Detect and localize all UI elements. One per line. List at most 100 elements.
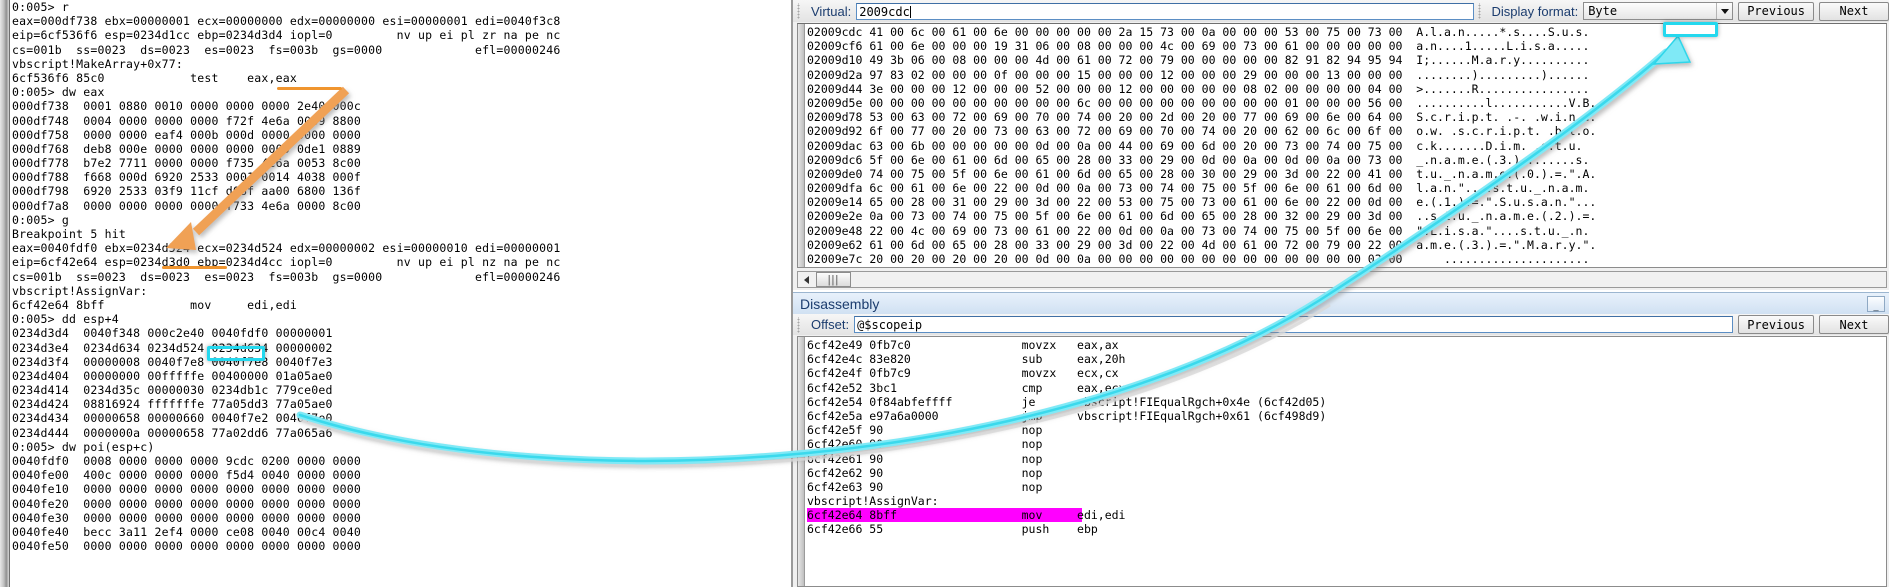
console-line: 000df778 b7e2 7711 0000 0000 f735 4e6a 0… — [12, 156, 362, 171]
memory-row-address: 02009dc6 — [807, 152, 870, 167]
console-line: 000df738 0001 0880 0010 0000 0000 0000 2… — [12, 99, 362, 114]
console-line: 0234d3d4 0040f348 000c2e40 0040fdf0 0000… — [12, 326, 333, 341]
memory-row-address: 02009cf6 — [807, 39, 870, 54]
memory-row: 02009d10 49 3b 06 00 08 00 00 00 4d 00 6… — [807, 53, 1886, 67]
disassembly-row[interactable]: 6cf42e61 90 nop — [807, 452, 1886, 466]
memory-row-address: 02009de0 — [807, 166, 870, 181]
memory-next-button[interactable]: Next — [1819, 1, 1889, 21]
memory-row-hex: 00 00 38 00 02 00 00 00 4b 00 00 00 00 0… — [869, 266, 1416, 267]
disassembly-panel: Disassembly _ Offset: @$scopeip Previous… — [793, 292, 1889, 587]
disassembly-row[interactable]: 6cf42e5a e97a6a0000 jmp vbscript!FIEqual… — [807, 409, 1886, 423]
disassembly-previous-button[interactable]: Previous — [1738, 315, 1814, 334]
disassembly-next-button[interactable]: Next — [1819, 315, 1889, 334]
disassembly-row[interactable]: 6cf42e52 3bc1 cmp eax,ecx — [807, 381, 1886, 395]
memory-previous-button[interactable]: Previous — [1738, 1, 1814, 21]
memory-row-ascii: ..................... — [1416, 252, 1590, 266]
memory-dump-view[interactable]: 02009cdc 41 00 6c 00 61 00 6e 00 00 00 0… — [797, 23, 1887, 268]
disassembly-row[interactable]: 6cf42e62 90 nop — [807, 466, 1886, 480]
disassembly-view[interactable]: 6cf42e49 0fb7c0 movzx eax,ax 6cf42e4c 83e… — [797, 336, 1887, 587]
memory-row-hex: 00 00 00 00 00 00 00 00 00 00 6c 00 00 0… — [869, 95, 1417, 110]
right-panel-column: Virtual: 2009cdc Display format: Byte Pr… — [793, 0, 1889, 587]
memory-row-hex: 74 00 75 00 5f 00 6e 00 61 00 6d 00 65 0… — [869, 166, 1417, 181]
console-scrollbar[interactable] — [0, 0, 10, 587]
disassembly-current-instruction[interactable]: 6cf42e64 8bff mov edi,edi — [807, 508, 1126, 523]
memory-row-hex: 0a 00 73 00 74 00 75 00 5f 00 6e 00 61 0… — [869, 209, 1417, 224]
memory-row-hex: 53 00 63 00 72 00 69 00 70 00 74 00 20 0… — [869, 110, 1417, 125]
toolbar-grip-icon[interactable] — [796, 3, 804, 19]
memory-row-hex: 6f 00 77 00 20 00 73 00 63 00 72 00 69 0… — [869, 124, 1417, 139]
memory-row-address: 02009d5e — [807, 95, 870, 110]
offset-input[interactable]: @$scopeip — [854, 316, 1734, 333]
chevron-down-icon[interactable] — [1716, 3, 1732, 19]
memory-row: 02009cdc 41 00 6c 00 61 00 6e 00 00 00 0… — [807, 25, 1886, 39]
disassembly-row[interactable]: 6cf42e63 90 nop — [807, 480, 1886, 494]
disassembly-row[interactable]: 6cf42e5f 90 nop — [807, 423, 1886, 437]
memory-row-address: 02009d92 — [807, 124, 870, 139]
memory-row-hex: 6c 00 61 00 6e 00 22 00 0d 00 0a 00 73 0… — [869, 181, 1417, 196]
command-console-panel[interactable]: 0:005> r eax=000df738 ebx=00000001 ecx=00… — [0, 0, 793, 587]
memory-rows: 02009cdc 41 00 6c 00 61 00 6e 00 00 00 0… — [807, 25, 1886, 267]
memory-row: 02009e48 22 00 4c 00 69 00 73 00 61 00 2… — [807, 224, 1886, 238]
display-format-label: Display format: — [1491, 3, 1579, 19]
memory-row: 02009e2e 0a 00 73 00 74 00 75 00 5f 00 6… — [807, 209, 1886, 223]
console-line: 0234d3e4 0234d634 0234d524 0234d634 0000… — [12, 340, 333, 355]
display-format-select[interactable]: Byte — [1583, 2, 1734, 20]
console-line: cs=001b ss=0023 ds=0023 es=0023 fs=003b … — [12, 269, 561, 284]
toolbar-grip-icon-2[interactable] — [1476, 3, 1485, 19]
disassembly-row[interactable]: 6cf42e4c 83e820 sub eax,20h — [807, 352, 1886, 366]
disassembly-row[interactable]: 6cf42e66 55 push ebp — [807, 522, 1886, 536]
virtual-address-value: 2009cdc — [859, 4, 910, 19]
console-line: 6cf536f6 85c0 test eax,eax — [12, 70, 297, 85]
memory-row-hex: 49 3b 06 00 08 00 00 00 4d 00 61 00 72 0… — [869, 53, 1417, 68]
console-line: Breakpoint 5 hit — [12, 227, 126, 241]
memory-row-address: 02009e14 — [807, 195, 870, 210]
disassembly-vertical-scrollbar[interactable] — [798, 337, 805, 586]
console-output: 0:005> r eax=000df738 ebx=00000001 ecx=00… — [12, 0, 791, 587]
memory-row-hex: 41 00 6c 00 61 00 6e 00 00 00 00 00 2a 1… — [869, 25, 1417, 39]
memory-row-address: 02009e48 — [807, 223, 870, 238]
console-line: 000df758 0000 0000 eaf4 000b 000d 0000 0… — [12, 127, 362, 142]
disassembly-row[interactable]: 6cf42e49 0fb7c0 movzx eax,ax — [807, 338, 1886, 352]
memory-row: 02009d78 53 00 63 00 72 00 69 00 70 00 7… — [807, 110, 1886, 124]
memory-row-address: 02009dfa — [807, 181, 870, 196]
toolbar-grip-icon-3[interactable] — [796, 316, 804, 333]
memory-row-hex: 22 00 4c 00 69 00 73 00 61 00 22 00 0d 0… — [869, 223, 1417, 238]
console-line: eax=0040fdf0 ebx=0234d524 ecx=0234d524 e… — [12, 241, 561, 256]
disassembly-row[interactable]: 6cf42e60 90 nop — [807, 437, 1886, 451]
memory-row-ascii: >.......R................ — [1416, 81, 1590, 96]
disassembly-row[interactable]: 6cf42e4f 0fb7c9 movzx ecx,cx — [807, 366, 1886, 380]
disassembly-title: Disassembly — [800, 296, 880, 312]
memory-row-ascii: I;......M.a.r.y.......... — [1416, 53, 1590, 68]
memory-row-ascii: a.n....1.....L.i.s.a..... — [1416, 39, 1590, 54]
memory-row-ascii: l.a.n."....s.t.u._.n.a.m. — [1416, 181, 1590, 196]
memory-row-address: 02009e7c — [807, 252, 870, 266]
memory-row-ascii: o.w. .s.c.r.i.p.t. .b.l.o. — [1416, 124, 1597, 139]
console-line: eip=6cf536f6 esp=0234d1cc ebp=0234d3d4 i… — [12, 28, 561, 43]
memory-row-hex: 3e 00 00 00 12 00 00 00 52 00 00 00 12 0… — [869, 81, 1417, 96]
scrollbar-thumb[interactable]: ||| — [816, 272, 851, 287]
memory-row: 02009de0 74 00 75 00 5f 00 6e 00 61 00 6… — [807, 167, 1886, 181]
memory-panel: Virtual: 2009cdc Display format: Byte Pr… — [793, 0, 1889, 290]
console-line: 0040fdf0 0008 0000 0000 0000 9cdc 0200 0… — [12, 454, 362, 468]
memory-row-hex: 65 00 28 00 31 00 29 00 3d 00 22 00 53 0… — [869, 195, 1417, 210]
console-line: 0234d414 0234d35c 00000030 0234db1c 779c… — [12, 383, 333, 398]
offset-label: Offset: — [811, 317, 850, 332]
memory-row-ascii: c.k.......D.i.m. .s.t.u. — [1416, 138, 1583, 153]
disassembly-row[interactable]: 6cf42e54 0f84abfeffff je vbscript!FIEqua… — [807, 395, 1886, 409]
memory-horizontal-scrollbar[interactable]: ||| — [797, 271, 1887, 288]
memory-row: 02009e62 61 00 6d 00 65 00 28 00 33 00 2… — [807, 238, 1886, 252]
memory-vertical-scrollbar[interactable] — [798, 24, 805, 267]
memory-row-ascii: ..8...K.................. — [1416, 266, 1589, 267]
console-line: 0234d424 08816924 fffffffe 77a05dd3 77a0… — [12, 397, 333, 412]
console-line: 0:005> dd esp+4 — [12, 312, 119, 327]
debugger-window: 0:005> r eax=000df738 ebx=00000001 ecx=00… — [0, 0, 1889, 587]
memory-row-address: 02009d10 — [807, 53, 870, 68]
memory-row-ascii: ".L.i.s.a."....s.t.u._.n. — [1416, 223, 1590, 238]
memory-row-address: 02009d2a — [807, 67, 870, 82]
scroll-left-icon[interactable] — [798, 272, 814, 287]
console-line: 0040fe20 0000 0000 0000 0000 0000 0000 0… — [12, 496, 362, 511]
console-line: 000df748 0004 0000 0000 0000 f72f 4e6a 0… — [12, 113, 362, 128]
virtual-address-input[interactable]: 2009cdc — [856, 2, 1474, 20]
memory-row-hex: 61 00 6d 00 65 00 28 00 33 00 29 00 3d 0… — [869, 237, 1417, 252]
minimize-icon[interactable]: _ — [1867, 296, 1885, 312]
